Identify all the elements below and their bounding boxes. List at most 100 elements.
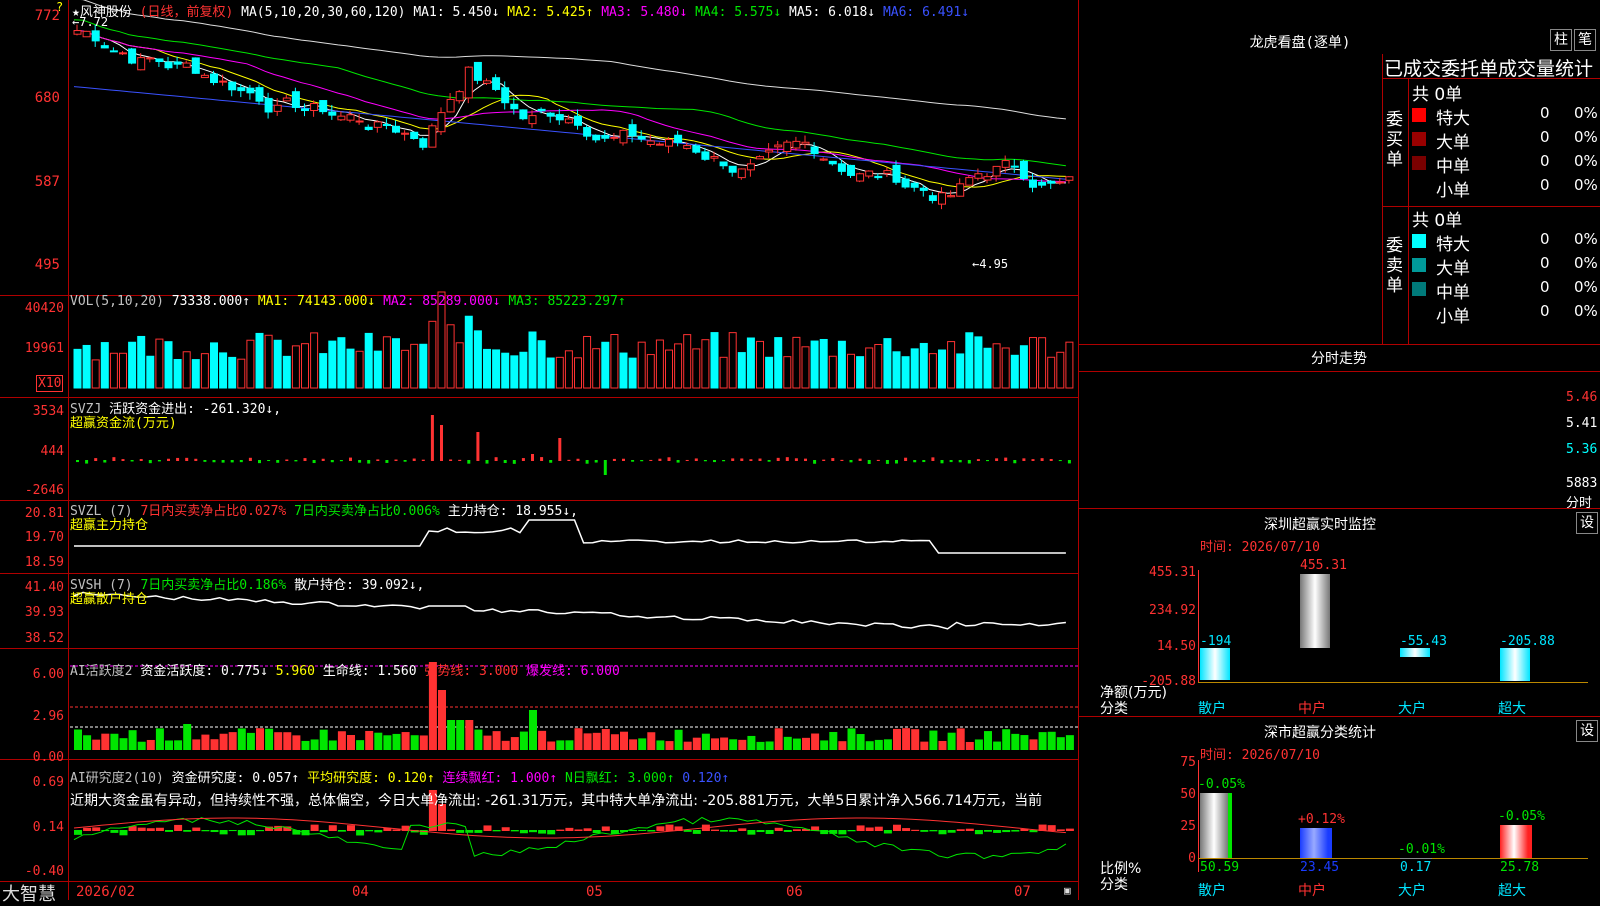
fundflow-bar [1067,460,1071,464]
fundflow-bar [130,460,134,462]
candle-body [337,115,346,121]
szstat-category: 中户 [1298,883,1326,899]
research-bar [883,830,892,834]
activity-bar [765,741,774,750]
price-mode[interactable]: (日线，前复权) [140,5,234,20]
volume-bar [883,338,892,389]
szstat-category: 大户 [1398,883,1426,899]
fundflow-bar [394,459,398,461]
research-bar [547,830,556,835]
fundflow-bar [840,459,844,461]
fundflow-bar [622,458,625,461]
candlestick-chart[interactable] [0,0,1078,900]
fundflow-bar [740,458,744,461]
sell-row-count: 0 [1540,230,1550,248]
activity-bar [1047,731,1056,750]
szmon-bar-label: -205.88 [1500,634,1555,649]
research-bar [110,830,119,833]
activity-bar [601,729,610,750]
sell-row-percent: 0% [1574,278,1598,296]
volume-bar [938,349,946,389]
activity-bar [874,739,883,750]
candle-body [1065,176,1074,181]
volume-bar [109,352,118,389]
ai1-label: 2.96 [32,709,64,724]
szmon-bar[interactable] [1200,648,1230,680]
volume-bar [246,339,255,389]
activity-bar [947,732,956,750]
volume-bar [637,341,646,389]
candle-body [847,164,855,176]
szmon-category: 大户 [1398,701,1426,717]
volume-bar [373,350,382,389]
fundflow-bar [667,457,671,461]
vol-value: 73338.000↑ [171,294,251,309]
activity-bar [219,733,228,750]
vol-title: VOL(5,10,20) 73338.000↑ MA1: 74143.000↓ … [70,294,626,309]
x-label: 06 [786,884,803,900]
fundflow-bar [858,458,862,461]
szmon-bar[interactable] [1300,574,1330,648]
ai1-activity: 资金活跃度: 0.775↓ [140,664,268,679]
activity-bar [538,730,547,750]
candle-body [774,144,783,148]
svzj-label: 3534 [32,404,64,419]
research-bar [938,830,947,835]
candle-body [646,140,655,145]
fundflow-bar [494,457,498,461]
szstat-settings-button[interactable]: 设 [1576,720,1598,742]
activity-bar [820,740,829,750]
fundflow-bar [167,458,170,461]
column-view-button[interactable]: 柱 [1550,29,1572,51]
lock-icon[interactable]: ▣ [1064,884,1071,897]
fundflow-bar [813,460,817,464]
volume-bar [510,355,519,389]
activity-bar [620,731,628,750]
fundflow-bar [867,460,871,464]
research-bar [392,829,401,831]
volume-bar [965,332,974,389]
fundflow-bar [603,460,607,475]
volume-bar [665,349,673,389]
szstat-bar[interactable] [1500,825,1532,858]
ai2-red-n: N日飘红: 3.000↑ [564,771,675,786]
szmon-settings-button[interactable]: 设 [1576,512,1598,534]
volume-bar [583,335,592,389]
vol-ma3: MA3: 85223.297↑ [508,294,626,309]
volume-bar [519,351,528,389]
szmon-ylabel: 455.31 [1149,565,1196,580]
szmon-bar[interactable] [1400,648,1430,657]
ai1-title: AI活跃度2 资金活跃度: 0.775↓ 5.960 生命线: 1.560 强势… [70,660,620,679]
szmon-bar[interactable] [1500,648,1530,682]
szstat-bar[interactable] [1200,793,1232,858]
activity-bar [965,741,974,750]
activity-bar [838,741,847,750]
szstat-bar[interactable] [1300,827,1332,858]
fundflow-bar [822,459,826,461]
volume-bar [210,342,218,389]
activity-bar [246,732,255,750]
candle-body [819,158,828,161]
research-bar [1047,825,1056,831]
candle-body [601,134,610,139]
svzl-subtitle: 超赢主力持仓 [70,518,149,533]
fenshi-sep-bot [1078,508,1600,509]
activity-bar [1029,739,1038,750]
volume-bar [483,348,491,389]
szstat-value-label: 23.45 [1300,860,1340,875]
fundflow-bar [403,460,407,462]
volume-bar [810,340,819,389]
candle-body [865,170,874,177]
price-label: 680 [34,90,60,106]
retail-holding-line [73,591,1066,630]
volume-bar [1065,341,1074,389]
volume-bar [610,334,619,389]
price-label: 772 [34,8,60,24]
vol-ma2: MA2: 85289.000↓ [383,294,501,309]
fundflow-bar [321,458,325,461]
candle-body [828,160,837,165]
volume-bar [847,353,855,389]
menu-marker-icon[interactable]: ? [56,0,63,14]
tick-view-button[interactable]: 笔 [1574,29,1596,51]
szstat-bar[interactable] [1400,857,1432,859]
